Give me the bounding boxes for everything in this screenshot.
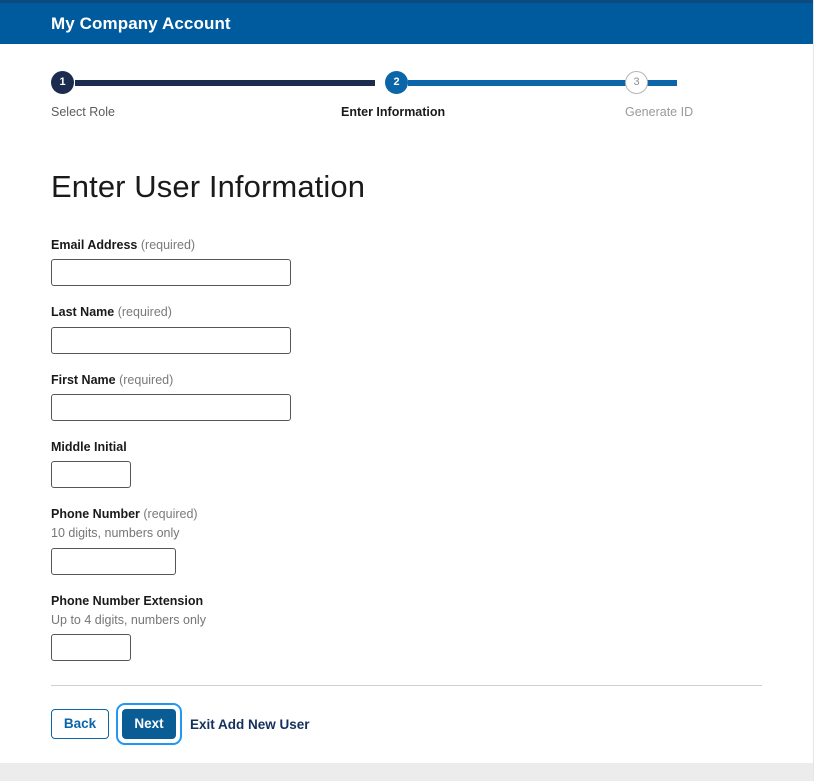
email-address-input[interactable] — [51, 259, 291, 287]
progress-stepper: 1 2 3 Select Role Enter Information Gene… — [0, 71, 813, 131]
label-email-address-required: (required) — [140, 238, 196, 252]
label-phone-extension-text: Phone Number Extension — [51, 593, 204, 608]
field-middle-initial: Middle Initial — [51, 439, 762, 488]
hint-phone-extension: Up to 4 digits, numbers only — [51, 612, 206, 627]
label-phone-number-text: Phone Number — [51, 507, 140, 521]
hint-phone-number: 10 digits, numbers only — [51, 526, 180, 541]
label-phone-extension: Phone Number Extension — [51, 593, 762, 609]
stepper-node-2[interactable]: 2 — [385, 71, 408, 94]
field-last-name: Last Name (required) — [51, 304, 762, 354]
field-email-address: Email Address (required) — [51, 237, 762, 287]
stepper-label-generate-id: Generate ID — [625, 105, 694, 119]
field-phone-extension: Phone Number Extension Up to 4 digits, n… — [51, 593, 762, 661]
stepper-connector-1 — [75, 80, 375, 86]
page-root: My Company Account 1 2 3 Select Role Ent… — [0, 0, 813, 781]
label-last-name-required: (required) — [117, 305, 172, 320]
label-last-name: Last Name (required) — [51, 304, 762, 320]
phone-number-input[interactable] — [51, 547, 176, 575]
label-first-name: First Name (required) — [51, 372, 762, 388]
stepper-node-1-number: 1 — [59, 76, 66, 88]
stepper-node-3-number: 3 — [633, 76, 640, 88]
label-first-name-text: First Name — [51, 372, 116, 387]
main-content: Enter User Information Email Address (re… — [0, 169, 813, 745]
right-gutter — [813, 0, 825, 781]
field-first-name: First Name (required) — [51, 372, 762, 421]
label-phone-number: Phone Number (required) — [51, 506, 762, 522]
stepper-node-3[interactable]: 3 — [625, 71, 648, 94]
label-last-name-text: Last Name — [51, 305, 115, 320]
footer-strip — [0, 763, 813, 781]
next-button[interactable]: Next — [122, 709, 176, 739]
phone-extension-input[interactable] — [51, 634, 131, 661]
first-name-input[interactable] — [51, 393, 291, 421]
actions-divider — [51, 685, 762, 686]
label-middle-initial: Middle Initial — [51, 439, 762, 455]
stepper-node-1[interactable]: 1 — [51, 71, 74, 94]
next-button-focus-ring: Next — [116, 703, 182, 745]
stepper-labels: Select Role Enter Information Generate I… — [51, 105, 762, 123]
middle-initial-input[interactable] — [51, 461, 131, 488]
app-header: My Company Account — [0, 0, 813, 44]
label-email-address: Email Address (required) — [51, 237, 762, 253]
exit-add-new-user-link[interactable]: Exit Add New User — [190, 717, 310, 732]
stepper-label-select-role: Select Role — [51, 105, 115, 119]
user-information-form: Email Address (required) Last Name (requ… — [51, 237, 762, 661]
stepper-node-2-number: 2 — [393, 76, 400, 88]
last-name-input[interactable] — [51, 326, 291, 354]
form-actions: Back Next Exit Add New User — [51, 703, 762, 745]
back-button[interactable]: Back — [51, 709, 109, 739]
stepper-label-enter-information: Enter Information — [341, 105, 446, 119]
label-phone-number-required: (required) — [143, 507, 198, 521]
stepper-track: 1 2 3 — [51, 71, 762, 95]
field-phone-number: Phone Number (required) 10 digits, numbe… — [51, 506, 762, 575]
app-title: My Company Account — [51, 13, 231, 33]
label-middle-initial-text: Middle Initial — [51, 439, 127, 454]
label-email-address-text: Email Address — [51, 238, 138, 252]
page-title: Enter User Information — [51, 169, 366, 204]
label-first-name-required: (required) — [119, 372, 174, 387]
